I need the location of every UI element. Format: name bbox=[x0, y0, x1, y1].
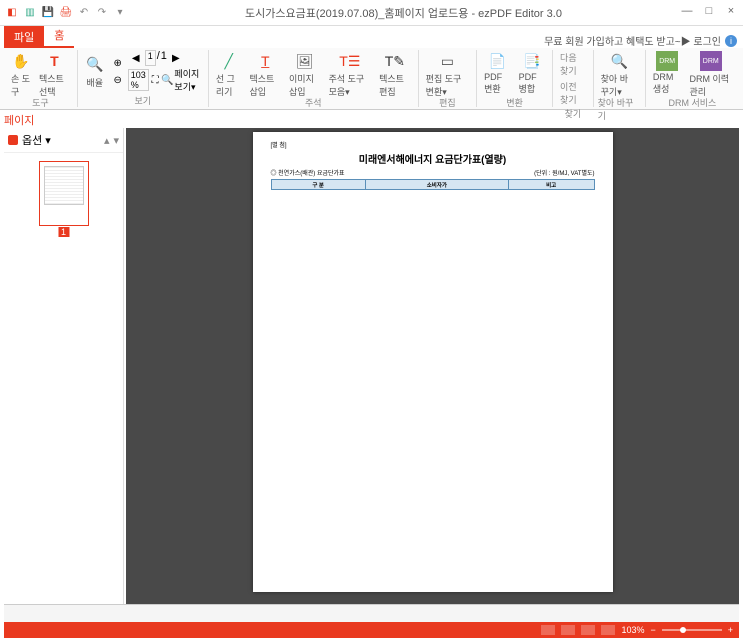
ribbon-group-find: 다음 찾기 이전 찾기 찾기 bbox=[553, 50, 594, 107]
doc-subtitle-right: (단위 : 원/MJ, VAT별도) bbox=[534, 168, 594, 177]
window-title: 도시가스요금표(2019.07.08)_홈페이지 업로드용 - ezPDF Ed… bbox=[128, 5, 679, 21]
sidebar-nav-up-icon[interactable]: ▴ bbox=[104, 134, 110, 147]
ribbon-group-annot: ╱선 그리기 T̲텍스트 삽입 🖼이미지 삽입 T☰주석 도구 모음▾ T✎텍스… bbox=[209, 50, 419, 107]
find-prev-button[interactable]: 이전 찾기 bbox=[557, 79, 589, 107]
view-mode-1[interactable] bbox=[541, 625, 555, 635]
undo-icon[interactable]: ↶ bbox=[76, 5, 92, 21]
ribbon-right-link[interactable]: 무료 회원 가입하고 혜택도 받고~▶ 로그인 i bbox=[544, 33, 743, 48]
minimize-button[interactable]: — bbox=[679, 5, 695, 21]
drm-history-button[interactable]: DRMDRM 이력 관리 bbox=[687, 50, 735, 99]
image-insert-button[interactable]: 🖼이미지 삽입 bbox=[286, 50, 324, 99]
redo-icon[interactable]: ↷ bbox=[94, 5, 110, 21]
page-next-icon[interactable]: ▶ bbox=[168, 50, 184, 66]
thumb-page-num: 1 bbox=[58, 227, 69, 237]
doc-subtitle-left: ◎ 천연가스(배관) 요금단가표 bbox=[271, 168, 345, 177]
gear-icon bbox=[8, 135, 18, 145]
group-label: 보기 bbox=[135, 94, 152, 107]
find-next-button[interactable]: 다음 찾기 bbox=[557, 50, 589, 78]
pdf-convert-button[interactable]: 📄PDF 변환 bbox=[481, 50, 513, 96]
ribbon-group-view: 🔍배율 ⊕ ⊖ ◀ 1 / 1 ▶ 103 % ⛶ bbox=[78, 50, 209, 107]
th-note: 비고 bbox=[508, 180, 594, 190]
bottom-tabs bbox=[4, 604, 739, 622]
window-controls: — □ × bbox=[679, 5, 739, 21]
page-bracket: [별 첨] bbox=[271, 140, 595, 149]
group-label: DRM 서비스 bbox=[669, 96, 717, 109]
close-button[interactable]: × bbox=[723, 5, 739, 21]
qat-more-icon[interactable]: ▾ bbox=[112, 5, 128, 21]
zoom-in-icon[interactable]: ⊕ bbox=[110, 55, 126, 71]
pdf-page: [별 첨] 미래엔서해에너지 요금단가표(열량) ◎ 천연가스(배관) 요금단가… bbox=[253, 132, 613, 592]
textbox-button[interactable]: T̲텍스트 삽입 bbox=[246, 50, 284, 99]
line-draw-button[interactable]: ╱선 그리기 bbox=[213, 50, 245, 99]
qat-icon-2[interactable]: ▥ bbox=[22, 5, 38, 21]
hand-tool-button[interactable]: ✋손 도구 bbox=[8, 50, 34, 99]
titlebar: ◧ ▥ 💾 🖨 ↶ ↷ ▾ 도시가스요금표(2019.07.08)_홈페이지 업… bbox=[0, 0, 743, 26]
qat-icon-1[interactable]: ◧ bbox=[4, 5, 20, 21]
edit-tool-button[interactable]: ▭편집 도구 변환▾ bbox=[423, 50, 472, 99]
ribbon-group-replace: 🔍찾아 바 꾸기▾ 찾아 바꾸기 bbox=[594, 50, 646, 107]
zoom-button[interactable]: 🔍배율 bbox=[82, 54, 108, 90]
group-label: 도구 bbox=[32, 96, 49, 109]
text-edit-button[interactable]: T✎텍스트 편집 bbox=[376, 50, 414, 99]
find-replace-button[interactable]: 🔍찾아 바 꾸기▾ bbox=[598, 50, 641, 99]
status-zoom: 103% bbox=[621, 625, 644, 635]
th-price: 소비자가 bbox=[365, 180, 508, 190]
drm-create-button[interactable]: DRMDRM 생성 bbox=[650, 50, 685, 96]
view-mode-2[interactable] bbox=[561, 625, 575, 635]
sidebar-title: 페이지 bbox=[4, 112, 34, 128]
zoom-minus-button[interactable]: − bbox=[650, 625, 655, 635]
group-label: 찾아 바꾸기 bbox=[598, 96, 641, 122]
quick-access-toolbar: ◧ ▥ 💾 🖨 ↶ ↷ ▾ bbox=[4, 5, 128, 21]
tab-0[interactable]: 홈 bbox=[44, 24, 74, 48]
annot-tools-button[interactable]: T☰주석 도구 모음▾ bbox=[326, 50, 375, 99]
ribbon-group-edit: ▭편집 도구 변환▾ 편집 bbox=[419, 50, 477, 107]
zoom-plus-button[interactable]: + bbox=[728, 625, 733, 635]
pdf-merge-button[interactable]: 📑PDF 병합 bbox=[516, 50, 548, 96]
page-thumbnail[interactable]: 1 bbox=[39, 161, 89, 226]
ribbon-group-drm: DRMDRM 생성 DRMDRM 이력 관리 DRM 서비스 bbox=[646, 50, 739, 107]
price-table: 구 분 소비자가 비고 bbox=[271, 179, 595, 190]
sidebar-options[interactable]: 옵션 ▾ ▴ ▾ bbox=[4, 128, 123, 153]
page-view-button[interactable]: 페이지 보기▾ bbox=[174, 67, 203, 93]
text-select-button[interactable]: T텍스트 선택 bbox=[36, 50, 73, 99]
group-label: 편집 bbox=[439, 96, 456, 109]
doc-title: 미래엔서해에너지 요금단가표(열량) bbox=[271, 151, 595, 166]
sidebar: 옵션 ▾ ▴ ▾ 1 bbox=[4, 128, 124, 604]
view-mode-4[interactable] bbox=[601, 625, 615, 635]
group-label: 찾기 bbox=[565, 107, 582, 120]
zoom-value[interactable]: 103 % bbox=[128, 69, 150, 91]
print-icon[interactable]: 🖨 bbox=[58, 5, 74, 21]
document-area[interactable]: [별 첨] 미래엔서해에너지 요금단가표(열량) ◎ 천연가스(배관) 요금단가… bbox=[126, 128, 739, 604]
group-label: 주석 bbox=[305, 96, 322, 109]
group-label: 변환 bbox=[506, 96, 523, 109]
ribbon-group-convert: 📄PDF 변환 📑PDF 병합 변환 bbox=[477, 50, 553, 107]
sidebar-nav-down-icon[interactable]: ▾ bbox=[113, 134, 119, 147]
zoom-slider[interactable] bbox=[662, 629, 722, 631]
page-current[interactable]: 1 bbox=[145, 50, 156, 66]
ribbon-tabs: 파일 홈 무료 회원 가입하고 혜택도 받고~▶ 로그인 i bbox=[0, 26, 743, 48]
fit-icon-2[interactable]: 🔍 bbox=[161, 72, 173, 88]
status-bar: 103% − + bbox=[4, 622, 739, 638]
maximize-button[interactable]: □ bbox=[701, 5, 717, 21]
tab-file[interactable]: 파일 bbox=[4, 26, 44, 48]
view-mode-3[interactable] bbox=[581, 625, 595, 635]
info-icon[interactable]: i bbox=[725, 35, 737, 47]
ribbon: ✋손 도구 T텍스트 선택 도구 🔍배율 ⊕ ⊖ ◀ 1 / 1 ▶ bbox=[0, 48, 743, 110]
fit-icon-1[interactable]: ⛶ bbox=[150, 72, 160, 88]
ribbon-group-tools: ✋손 도구 T텍스트 선택 도구 bbox=[4, 50, 78, 107]
th-category: 구 분 bbox=[271, 180, 365, 190]
page-prev-icon[interactable]: ◀ bbox=[128, 50, 144, 66]
zoom-out-icon[interactable]: ⊖ bbox=[110, 72, 126, 88]
save-icon[interactable]: 💾 bbox=[40, 5, 56, 21]
